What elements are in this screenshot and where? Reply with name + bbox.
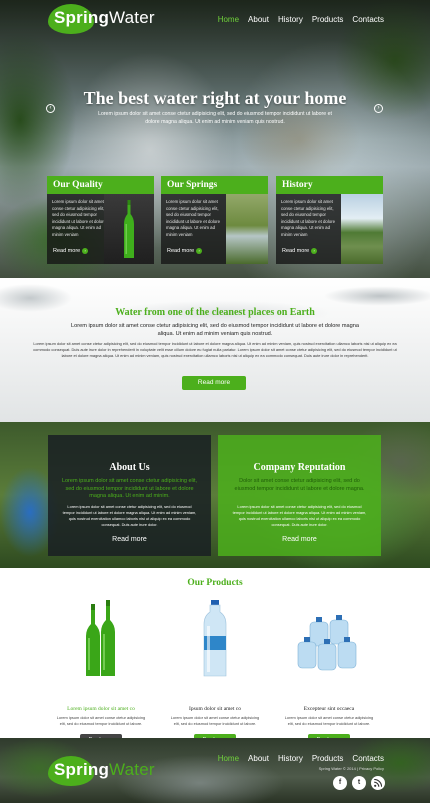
plastic-bottle-image [203, 600, 227, 677]
feature-read-more[interactable]: Read more › [282, 248, 318, 254]
product-desc: Lorem ipsum dolor sit amet conse ctetur … [284, 715, 374, 726]
reputation-read-more[interactable]: Read more [218, 536, 381, 543]
products-title: Our Products [187, 578, 243, 588]
footer-nav-home[interactable]: Home [218, 754, 239, 763]
product-card: Lorem ipsum dolor sit amet co Lorem ipsu… [46, 596, 156, 746]
about-read-more[interactable]: Read more [48, 536, 211, 543]
hero-title-pre: The [83, 88, 119, 108]
logo-text-water: Water [109, 8, 155, 27]
nav-products[interactable]: Products [312, 15, 344, 24]
feature-card-quality: Our Quality Lorem ipsum dolor sit amet c… [47, 176, 154, 264]
feature-read-more-label: Read more [53, 248, 81, 254]
reputation-lead: Dolor sit amet conse ctetur adipisicing … [234, 478, 365, 492]
feature-read-more[interactable]: Read more › [167, 248, 203, 254]
feature-card-history: History Lorem ipsum dolor sit amet conse… [276, 176, 383, 264]
about-lead: Lorem ipsum dolor sit amet conse ctetur … [61, 478, 198, 499]
nav-history[interactable]: History [278, 15, 303, 24]
hero-title: The best water right at your home [0, 88, 430, 109]
product-card: Excepteur sint occaeca Lorem ipsum dolor… [274, 596, 384, 746]
logo-text-spring: Spring [54, 760, 110, 779]
products-section: Our Products Lorem ipsum dolor sit amet … [0, 568, 430, 746]
footer-nav-history[interactable]: History [278, 754, 303, 763]
footer-nav-about[interactable]: About [248, 754, 269, 763]
product-card: Ipsum dolor sit amet co Lorem ipsum dolo… [160, 596, 270, 746]
footer-nav-products[interactable]: Products [312, 754, 344, 763]
about-section: About Us Lorem ipsum dolor sit amet cons… [0, 422, 430, 568]
product-name[interactable]: Excepteur sint occaeca [274, 706, 384, 712]
arrow-right-icon: › [196, 248, 203, 254]
nav-contacts[interactable]: Contacts [352, 15, 384, 24]
hero-section: SpringWater Home About History Products … [0, 0, 430, 278]
feature-title: Our Quality [47, 176, 154, 194]
hero-title-post: right at your home [197, 88, 347, 108]
logo-text-water: Water [109, 760, 155, 779]
site-logo[interactable]: SpringWater [54, 8, 155, 28]
bottle-icon [124, 200, 134, 258]
footer-nav-contacts[interactable]: Contacts [352, 754, 384, 763]
feature-read-more[interactable]: Read more › [53, 248, 89, 254]
reputation-box: Company Reputation Dolor sit amet conse … [218, 435, 381, 556]
water-read-more-button[interactable]: Read more [182, 376, 246, 390]
water-body: Lorem ipsum dolor sit amet conse ctetur … [33, 341, 397, 358]
feature-read-more-label: Read more [167, 248, 195, 254]
feature-text: Lorem ipsum dolor sit amet conse ctetur … [281, 199, 335, 237]
arrow-right-icon: › [82, 248, 89, 254]
water-lead: Lorem ipsum dolor sit amet conse ctetur … [71, 323, 359, 337]
footer-nav: Home About History Products Contacts [218, 754, 384, 763]
copyright-text: Spring Water © 2014 | Privacy Policy [318, 766, 384, 771]
hero-title-bold: best water [118, 88, 198, 108]
feature-read-more-label: Read more [282, 248, 310, 254]
logo-text-spring: Spring [54, 8, 110, 27]
water-section: Water from one of the cleanest places on… [0, 278, 430, 422]
lake-landscape-image [341, 194, 383, 264]
nav-home[interactable]: Home [218, 15, 239, 24]
green-bottles-image [86, 600, 115, 676]
reputation-title: Company Reputation [253, 462, 346, 473]
product-desc: Lorem ipsum dolor sit amet conse ctetur … [170, 715, 260, 726]
main-nav: Home About History Products Contacts [218, 15, 384, 24]
feature-card-springs: Our Springs Lorem ipsum dolor sit amet c… [161, 176, 268, 264]
top-navbar: SpringWater Home About History Products … [0, 0, 430, 40]
product-name[interactable]: Ipsum dolor sit amet co [160, 706, 270, 712]
rss-glyph [374, 778, 383, 787]
feature-title: History [276, 176, 383, 194]
nav-about[interactable]: About [248, 15, 269, 24]
facebook-icon[interactable]: f [333, 776, 347, 790]
feature-title: Our Springs [161, 176, 268, 194]
water-title: Water from one of the cleanest places on… [115, 307, 315, 318]
hero-subtitle: Lorem ipsum dolor sit amet conse ctetur … [98, 111, 332, 125]
bottle-image [104, 194, 154, 264]
about-title: About Us [109, 462, 150, 473]
footer-logo[interactable]: SpringWater [54, 760, 155, 780]
spring-stream-image [226, 194, 268, 264]
reputation-body: Lorem ipsum dolor sit amet conse ctetur … [232, 504, 367, 527]
about-body: Lorem ipsum dolor sit amet conse ctetur … [62, 504, 197, 527]
water-jugs-image [297, 615, 357, 671]
footer: SpringWater Home About History Products … [0, 738, 430, 803]
product-desc: Lorem ipsum dolor sit amet conse ctetur … [56, 715, 146, 726]
about-us-box: About Us Lorem ipsum dolor sit amet cons… [48, 435, 211, 556]
twitter-icon[interactable]: t [352, 776, 366, 790]
feature-text: Lorem ipsum dolor sit amet conse ctetur … [166, 199, 220, 237]
rss-icon[interactable] [371, 776, 385, 790]
product-name[interactable]: Lorem ipsum dolor sit amet co [46, 706, 156, 712]
feature-text: Lorem ipsum dolor sit amet conse ctetur … [52, 199, 106, 237]
arrow-right-icon: › [311, 248, 318, 254]
